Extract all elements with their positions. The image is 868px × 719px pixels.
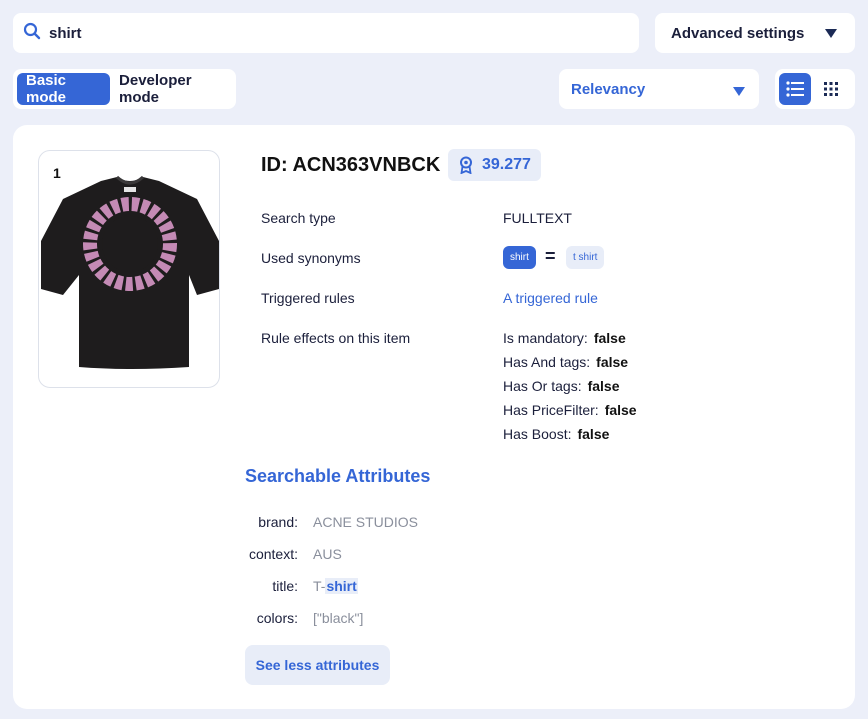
effect-label: Has Or tags: <box>503 378 582 394</box>
grid-view-button[interactable] <box>815 73 847 105</box>
searchable-attributes-heading: Searchable Attributes <box>245 466 431 486</box>
rule-effects-label: Rule effects on this item <box>261 330 411 346</box>
search-input[interactable] <box>49 24 609 42</box>
synonym-equals: = <box>545 246 556 266</box>
effect-label: Is mandatory: <box>503 330 588 346</box>
effect-has-and-tags: Has And tags: false <box>503 354 628 370</box>
effect-label: Has PriceFilter: <box>503 402 599 418</box>
tshirt-image <box>41 175 219 369</box>
synonym-chip-primary: shirt <box>503 246 536 269</box>
synonyms-label: Used synonyms <box>261 250 361 266</box>
basic-mode-button[interactable]: Basic mode <box>17 72 111 106</box>
triggered-rule-link[interactable]: A triggered rule <box>503 290 598 306</box>
attr-key-context: context: <box>248 546 298 562</box>
view-toggle <box>775 69 855 109</box>
attr-value-colors: ["black"] <box>313 610 364 626</box>
score-value: 39.277 <box>482 156 531 173</box>
search-bar[interactable] <box>13 13 639 53</box>
synonym-chip-secondary: t shirt <box>566 246 605 269</box>
attr-key-title: title: <box>272 578 298 594</box>
effect-is-mandatory: Is mandatory: false <box>503 330 626 346</box>
product-image[interactable]: 1 <box>38 150 220 388</box>
sort-dropdown[interactable]: Relevancy <box>559 69 759 109</box>
triggered-rules-label: Triggered rules <box>261 290 355 306</box>
search-type-value: FULLTEXT <box>503 210 572 226</box>
search-term-highlight: shirt <box>325 578 358 594</box>
chevron-down-icon <box>825 28 837 38</box>
list-icon <box>786 81 804 97</box>
attr-key-brand: brand: <box>258 514 298 530</box>
attr-value-context: AUS <box>313 546 342 562</box>
attr-value-title-prefix: T- <box>313 578 326 594</box>
advanced-settings-label: Advanced settings <box>671 24 805 42</box>
attr-key-colors: colors: <box>256 610 298 626</box>
effect-has-pricefilter: Has PriceFilter: false <box>503 402 637 418</box>
effect-value: false <box>587 378 620 394</box>
search-type-label: Search type <box>261 210 336 226</box>
developer-mode-button[interactable]: Developer mode <box>110 72 232 106</box>
search-icon <box>23 22 41 45</box>
effect-value: false <box>604 402 637 418</box>
effect-value: false <box>577 426 610 442</box>
effect-label: Has And tags: <box>503 354 591 370</box>
effect-value: false <box>593 330 626 346</box>
effect-has-or-tags: Has Or tags: false <box>503 378 620 394</box>
effect-has-boost: Has Boost: false <box>503 426 609 442</box>
award-icon <box>460 156 472 174</box>
see-less-attributes-button[interactable]: See less attributes <box>245 645 390 685</box>
chevron-down-icon <box>733 86 745 96</box>
advanced-settings-dropdown[interactable]: Advanced settings <box>655 13 855 53</box>
result-card: 1 ID: ACN363VNBCK 39.277 Search type FUL… <box>13 125 855 709</box>
effect-value: false <box>596 354 629 370</box>
attr-value-title: T-shirt <box>313 578 358 594</box>
effect-label: Has Boost: <box>503 426 572 442</box>
score-badge: 39.277 <box>448 149 541 181</box>
sort-selected-value: Relevancy <box>571 80 646 98</box>
product-id-title: ID: ACN363VNBCK <box>261 154 441 176</box>
mode-toggle: Basic mode Developer mode <box>13 69 236 109</box>
grid-icon <box>824 82 838 96</box>
attr-value-brand: ACNE STUDIOS <box>313 514 419 530</box>
list-view-button[interactable] <box>779 73 811 105</box>
